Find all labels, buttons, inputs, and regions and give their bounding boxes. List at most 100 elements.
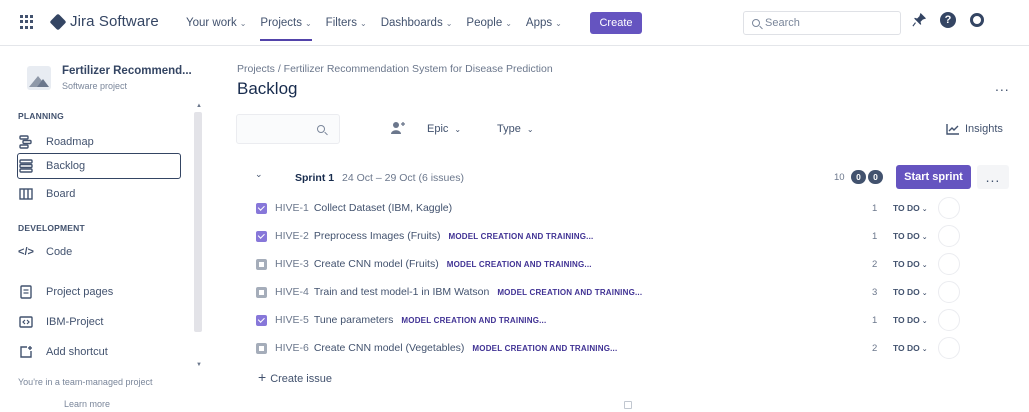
issue-key[interactable]: HIVE-6 — [275, 342, 309, 354]
epic-badge[interactable]: MODEL CREATION AND TRAINING... — [472, 344, 617, 353]
collapse-chevron-icon[interactable]: ⌄ — [255, 169, 263, 180]
insights-button[interactable]: Insights — [946, 123, 1003, 135]
project-name[interactable]: Fertilizer Recommend... — [62, 65, 192, 77]
issue-key[interactable]: HIVE-5 — [275, 314, 309, 326]
jira-logo[interactable]: Jira Software — [49, 13, 159, 30]
issue-summary[interactable]: Collect Dataset (IBM, Kaggle) — [314, 202, 452, 214]
status-dropdown[interactable]: TO DO ⌄ — [893, 231, 928, 241]
assignee-avatar[interactable] — [938, 253, 960, 275]
issue-key[interactable]: HIVE-4 — [275, 286, 309, 298]
nav-apps[interactable]: Apps ⌄ — [526, 0, 562, 46]
story-icon — [256, 342, 267, 354]
nav-dashboards[interactable]: Dashboards ⌄ — [381, 0, 453, 46]
search-icon — [752, 19, 760, 27]
table-row[interactable]: HIVE-4 Train and test model-1 in IBM Wats… — [256, 281, 963, 303]
help-icon[interactable]: ? — [940, 12, 956, 28]
story-points[interactable]: 1 — [872, 231, 877, 242]
scroll-down-arrow-icon[interactable]: ▼ — [196, 362, 202, 368]
chevron-down-icon: ⌄ — [454, 125, 462, 134]
issue-key[interactable]: HIVE-3 — [275, 258, 309, 270]
insights-chart-icon — [946, 124, 959, 135]
settings-gear-icon[interactable] — [970, 13, 984, 27]
jira-diamond-icon — [49, 13, 67, 30]
table-row[interactable]: HIVE-6 Create CNN model (Vegetables) MODEL… — [256, 337, 963, 359]
story-points[interactable]: 1 — [872, 203, 877, 214]
checkbox-checked-icon — [256, 314, 267, 326]
story-points[interactable]: 3 — [872, 287, 877, 298]
learn-more-link[interactable]: Learn more — [64, 399, 110, 409]
status-dropdown[interactable]: TO DO ⌄ — [893, 287, 928, 297]
epic-filter[interactable]: Epic ⌄ — [427, 123, 461, 135]
project-avatar[interactable] — [27, 66, 51, 90]
status-dropdown[interactable]: TO DO ⌄ — [893, 259, 928, 269]
story-points[interactable]: 2 — [872, 343, 877, 354]
breadcrumb[interactable]: Projects / Fertilizer Recommendation Sys… — [237, 63, 553, 75]
issue-summary[interactable]: Tune parameters — [314, 314, 394, 326]
type-filter-label: Type — [497, 123, 521, 135]
nav-filters[interactable]: Filters ⌄ — [326, 0, 367, 46]
sidebar-item-project-pages[interactable]: Project pages — [18, 279, 181, 305]
table-row[interactable]: HIVE-5 Tune parameters MODEL CREATION AND … — [256, 309, 963, 331]
status-dropdown[interactable]: TO DO ⌄ — [893, 343, 928, 353]
sidebar-item-code[interactable]: </> Code — [18, 239, 181, 265]
type-filter[interactable]: Type ⌄ — [497, 123, 534, 135]
assignee-avatar[interactable] — [938, 309, 960, 331]
status-label: TO DO — [893, 315, 920, 325]
status-dropdown[interactable]: TO DO ⌄ — [893, 203, 928, 213]
resize-handle-icon[interactable] — [624, 401, 632, 409]
create-button[interactable]: Create — [590, 12, 642, 34]
issue-summary[interactable]: Preprocess Images (Fruits) — [314, 230, 441, 242]
plus-icon: + — [258, 369, 267, 385]
epic-badge[interactable]: MODEL CREATION AND TRAINING... — [401, 316, 546, 325]
epic-badge[interactable]: MODEL CREATION AND TRAINING... — [497, 288, 642, 297]
issue-summary[interactable]: Train and test model-1 in IBM Watson — [314, 286, 489, 298]
sidebar-item-ibm-project[interactable]: IBM-Project — [18, 309, 181, 335]
issue-key[interactable]: HIVE-1 — [275, 202, 309, 214]
sidebar-item-board[interactable]: Board — [18, 181, 181, 207]
more-actions-icon[interactable]: ... — [995, 78, 1010, 94]
sidebar-item-label: Backlog — [46, 160, 86, 172]
sidebar-item-backlog[interactable]: Backlog — [17, 153, 181, 179]
status-dropdown[interactable]: TO DO ⌄ — [893, 315, 928, 325]
assignee-avatar[interactable] — [938, 197, 960, 219]
table-row[interactable]: HIVE-2 Preprocess Images (Fruits) MODEL CR… — [256, 225, 963, 247]
sidebar-scrollbar[interactable] — [194, 112, 202, 332]
search-input[interactable]: Search — [743, 11, 901, 35]
sidebar-item-label: Add shortcut — [46, 346, 108, 358]
sidebar: Fertilizer Recommend... Software project… — [0, 46, 214, 412]
app-switcher-icon[interactable] — [20, 15, 34, 29]
assignee-avatar[interactable] — [938, 337, 960, 359]
status-label: TO DO — [893, 231, 920, 241]
notifications-icon[interactable] — [912, 13, 926, 27]
chevron-down-icon: ⌄ — [445, 18, 453, 28]
search-placeholder: Search — [765, 17, 800, 29]
scroll-up-arrow-icon[interactable]: ▲ — [196, 103, 202, 109]
sprint-more-actions-icon[interactable]: ... — [977, 165, 1009, 189]
chevron-down-icon: ⌄ — [921, 290, 928, 297]
story-points[interactable]: 1 — [872, 315, 877, 326]
issue-summary[interactable]: Create CNN model (Vegetables) — [314, 342, 465, 354]
sidebar-item-roadmap[interactable]: Roadmap — [18, 129, 181, 155]
nav-projects[interactable]: Projects ⌄ — [260, 0, 312, 46]
nav-label: Dashboards — [380, 17, 443, 29]
table-row[interactable]: HIVE-1 Collect Dataset (IBM, Kaggle) 1 TO D… — [256, 197, 963, 219]
issue-key[interactable]: HIVE-2 — [275, 230, 309, 242]
epic-badge[interactable]: MODEL CREATION AND TRAINING... — [448, 232, 593, 241]
planning-section-label: PLANNING — [18, 111, 64, 121]
assignee-avatar[interactable] — [938, 281, 960, 303]
nav-your-work[interactable]: Your work ⌄ — [186, 0, 246, 46]
create-issue-button[interactable]: + Create issue — [258, 369, 332, 385]
assignee-avatar[interactable] — [938, 225, 960, 247]
nav-people[interactable]: People ⌄ — [466, 0, 512, 46]
issue-summary[interactable]: Create CNN model (Fruits) — [314, 258, 439, 270]
backlog-icon — [18, 159, 34, 173]
chevron-down-icon: ⌄ — [921, 318, 928, 325]
add-people-icon[interactable] — [390, 120, 406, 136]
epic-badge[interactable]: MODEL CREATION AND TRAINING... — [447, 260, 592, 269]
story-points[interactable]: 2 — [872, 259, 877, 270]
sidebar-item-add-shortcut[interactable]: Add shortcut — [18, 339, 181, 365]
backlog-search-input[interactable] — [236, 114, 340, 144]
table-row[interactable]: HIVE-3 Create CNN model (Fruits) MODEL CRE… — [256, 253, 963, 275]
chevron-down-icon: ⌄ — [921, 346, 928, 353]
start-sprint-button[interactable]: Start sprint — [896, 165, 971, 189]
